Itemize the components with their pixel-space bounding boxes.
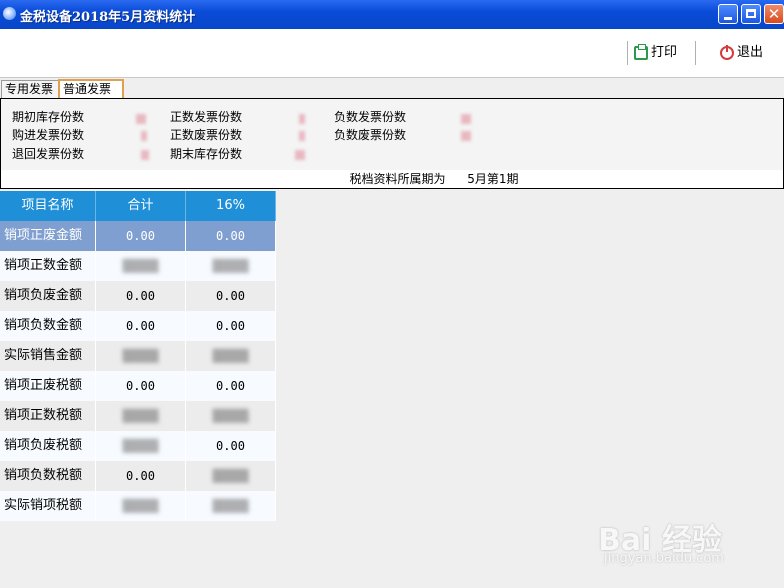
toolbar-separator	[627, 41, 628, 65]
row-rate-cell[interactable]: 0.00	[186, 221, 276, 251]
period-label: 税档资料所属期为	[349, 172, 446, 186]
row-name-cell[interactable]: 销项正数金额	[0, 251, 96, 281]
redacted-value	[299, 114, 305, 124]
row-name-cell[interactable]: 销项正废金额	[0, 221, 96, 251]
close-icon: ✕	[767, 5, 781, 23]
redacted-value: ▒▒▒▒▒	[122, 409, 159, 423]
minimize-button[interactable]	[718, 4, 738, 24]
stat-label: 正数废票份数	[170, 128, 243, 142]
stat-label: 退回发票份数	[12, 147, 85, 161]
table-row[interactable]: 销项正数金额 ▒▒▒▒▒ ▒▒▒▒▒	[0, 251, 276, 281]
tab-ordinary-invoice[interactable]: 普通发票	[58, 79, 124, 100]
column-header-name[interactable]: 项目名称	[0, 191, 96, 221]
power-icon	[720, 44, 734, 60]
row-total-cell[interactable]: ▒▒▒▒▒	[96, 431, 186, 461]
close-button[interactable]: ✕	[764, 4, 784, 24]
row-rate-cell[interactable]: ▒▒▒▒▒	[186, 341, 276, 371]
redacted-value: ▒▒▒▒▒	[122, 259, 159, 273]
redacted-value: ▒▒▒▒▒	[122, 349, 159, 363]
redacted-value: ▒▒▒▒▒	[212, 259, 249, 273]
invoice-count-panel: 期初库存份数 购进发票份数 退回发票份数 正数发票份数 正数废票份数 期末库存份…	[0, 98, 784, 172]
row-name-cell[interactable]: 销项负废税额	[0, 431, 96, 461]
redacted-value	[299, 131, 305, 141]
stat-label: 购进发票份数	[12, 128, 85, 142]
watermark-url: jingyan.baidu.com	[604, 551, 724, 566]
printer-icon	[634, 43, 648, 60]
table-row[interactable]: 实际销项税额 ▒▒▒▒▒ ▒▒▒▒▒	[0, 491, 276, 521]
stat-label: 期末库存份数	[170, 147, 243, 161]
row-rate-cell[interactable]: ▒▒▒▒▒	[186, 401, 276, 431]
redacted-value	[141, 150, 149, 160]
row-name-cell[interactable]: 销项负数税额	[0, 461, 96, 491]
row-rate-cell[interactable]: ▒▒▒▒▒	[186, 251, 276, 281]
redacted-value	[136, 114, 146, 124]
row-name-cell[interactable]: 销项负数金额	[0, 311, 96, 341]
row-total-cell[interactable]: 0.00	[96, 461, 186, 491]
table-row[interactable]: 销项正数税额 ▒▒▒▒▒ ▒▒▒▒▒	[0, 401, 276, 431]
row-name-cell[interactable]: 实际销项税额	[0, 491, 96, 521]
redacted-value: ▒▒▒▒▒	[212, 409, 249, 423]
redacted-value	[461, 131, 471, 141]
table-row[interactable]: 销项负废金额 0.00 0.00	[0, 281, 276, 311]
table-row[interactable]: 销项负废税额 ▒▒▒▒▒ 0.00	[0, 431, 276, 461]
table-header: 项目名称 合计 16%	[0, 191, 276, 221]
table-row[interactable]: 销项负数税额 0.00 ▒▒▒▒▒	[0, 461, 276, 491]
period-bar: 税档资料所属期为 5月第1期	[0, 170, 784, 189]
row-total-cell[interactable]: ▒▒▒▒▒	[96, 341, 186, 371]
stat-label: 负数废票份数	[334, 128, 407, 142]
row-name-cell[interactable]: 销项正数税额	[0, 401, 96, 431]
redacted-value	[461, 114, 471, 124]
stat-label: 正数发票份数	[170, 110, 243, 124]
row-rate-cell[interactable]: 0.00	[186, 371, 276, 401]
column-header-total[interactable]: 合计	[96, 191, 186, 221]
row-rate-cell[interactable]: ▒▒▒▒▒	[186, 491, 276, 521]
toolbar-separator	[695, 41, 696, 65]
row-total-cell[interactable]: ▒▒▒▒▒	[96, 251, 186, 281]
maximize-icon	[746, 9, 756, 18]
tab-special-invoice[interactable]: 专用发票	[1, 80, 61, 98]
maximize-button[interactable]	[741, 4, 761, 24]
title-bar: 金税设备2018年5月资料统计 ✕	[0, 0, 784, 29]
redacted-value	[141, 131, 147, 141]
table-row[interactable]: 销项正废金额 0.00 0.00	[0, 221, 276, 251]
redacted-value: ▒▒▒▒▒	[122, 439, 159, 453]
app-icon	[3, 7, 16, 20]
row-total-cell[interactable]: ▒▒▒▒▒	[96, 491, 186, 521]
row-rate-cell[interactable]: 0.00	[186, 281, 276, 311]
row-total-cell[interactable]: ▒▒▒▒▒	[96, 401, 186, 431]
redacted-value: ▒▒▒▒▒	[212, 349, 249, 363]
column-header-rate[interactable]: 16%	[186, 191, 276, 221]
stat-label: 期初库存份数	[12, 110, 85, 124]
minimize-icon	[724, 17, 732, 20]
row-name-cell[interactable]: 销项正废税额	[0, 371, 96, 401]
redacted-value	[295, 150, 305, 160]
toolbar: 打印 退出	[0, 29, 784, 78]
row-name-cell[interactable]: 实际销售金额	[0, 341, 96, 371]
row-total-cell[interactable]: 0.00	[96, 311, 186, 341]
table-row[interactable]: 实际销售金额 ▒▒▒▒▒ ▒▒▒▒▒	[0, 341, 276, 371]
period-value: 5月第1期	[467, 172, 519, 186]
stat-label: 负数发票份数	[334, 110, 407, 124]
row-total-cell[interactable]: 0.00	[96, 221, 186, 251]
row-rate-cell[interactable]: ▒▒▒▒▒	[186, 461, 276, 491]
row-total-cell[interactable]: 0.00	[96, 371, 186, 401]
row-total-cell[interactable]: 0.00	[96, 281, 186, 311]
row-rate-cell[interactable]: 0.00	[186, 311, 276, 341]
print-label: 打印	[651, 45, 678, 60]
exit-label: 退出	[737, 45, 764, 60]
table-row[interactable]: 销项负数金额 0.00 0.00	[0, 311, 276, 341]
exit-button[interactable]: 退出	[720, 44, 763, 62]
redacted-value: ▒▒▒▒▒	[212, 499, 249, 513]
row-name-cell[interactable]: 销项负废金额	[0, 281, 96, 311]
redacted-value: ▒▒▒▒▒	[122, 499, 159, 513]
baidu-jingyan-watermark: Bai 经验 jingyan.baidu.com	[598, 505, 778, 575]
print-button[interactable]: 打印	[634, 43, 678, 62]
row-rate-cell[interactable]: 0.00	[186, 431, 276, 461]
window-title: 金税设备2018年5月资料统计	[20, 10, 196, 25]
redacted-value: ▒▒▒▒▒	[212, 469, 249, 483]
table-row[interactable]: 销项正废税额 0.00 0.00	[0, 371, 276, 401]
